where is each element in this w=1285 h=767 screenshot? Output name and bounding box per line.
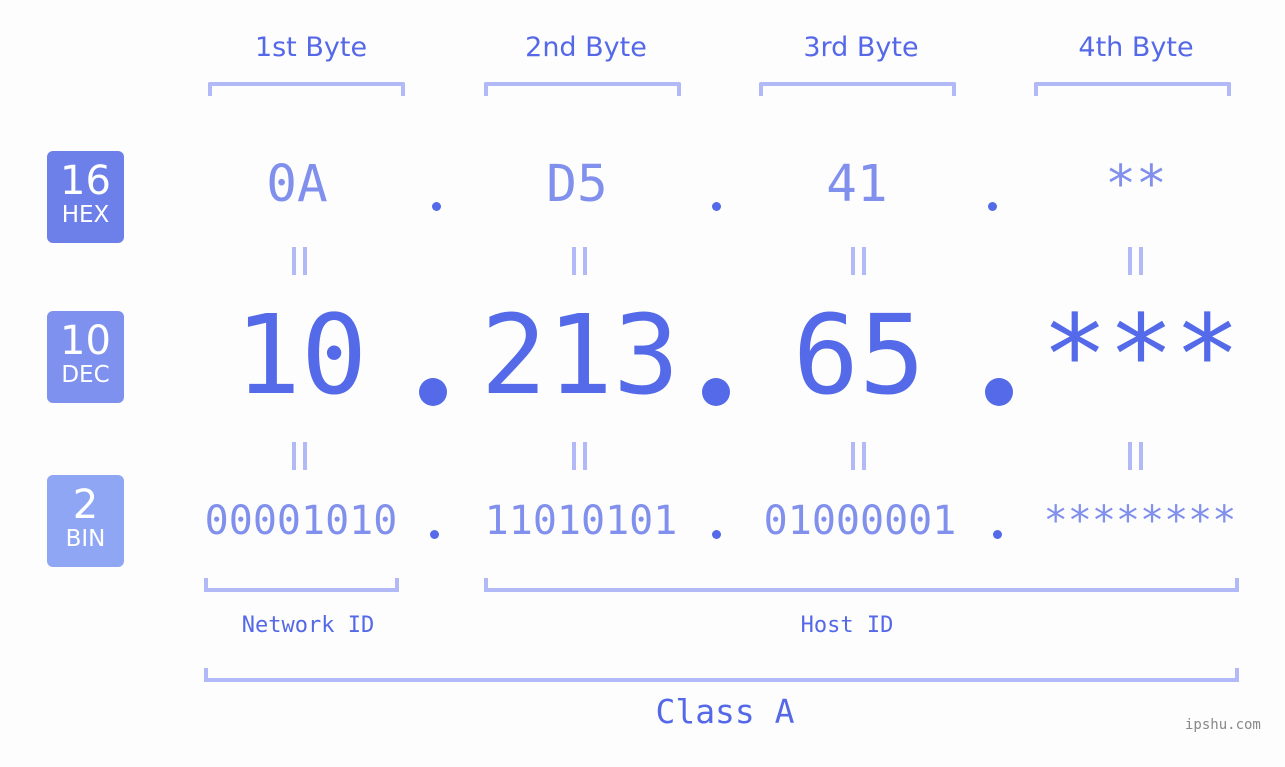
equals-icon	[292, 247, 307, 275]
network-id-bracket	[204, 578, 399, 592]
byte-bracket-4	[1034, 82, 1231, 96]
dec-value-3: 65	[792, 291, 926, 419]
dec-separator-dot	[419, 378, 447, 406]
dec-value-4: ***	[1041, 291, 1241, 419]
equals-icon	[1128, 247, 1143, 275]
equals-icon	[292, 442, 307, 470]
host-id-label: Host ID	[800, 613, 894, 638]
byte-bracket-3	[759, 82, 956, 96]
dec-badge-label: DEC	[61, 362, 110, 388]
host-id-bracket	[484, 578, 1239, 592]
class-label: Class A	[655, 692, 795, 731]
hex-value-3: 41	[826, 155, 888, 214]
dec-badge: 10 DEC	[47, 311, 124, 403]
dec-badge-number: 10	[60, 318, 111, 364]
watermark: ipshu.com	[1185, 717, 1261, 733]
bin-badge-number: 2	[72, 482, 99, 528]
dec-separator-dot	[985, 378, 1013, 406]
byte-bracket-2	[484, 82, 681, 96]
bin-separator-dot	[430, 530, 439, 539]
equals-icon	[572, 247, 587, 275]
byte-bracket-1	[208, 82, 405, 96]
byte-label-3: 3rd Byte	[803, 32, 919, 63]
hex-value-4: **	[1105, 155, 1167, 214]
hex-badge: 16 HEX	[47, 151, 124, 243]
dec-value-2: 213	[480, 291, 680, 419]
equals-icon	[1128, 442, 1143, 470]
class-bracket	[204, 668, 1239, 682]
bin-value-4: ********	[1043, 498, 1237, 544]
bin-badge: 2 BIN	[47, 475, 124, 567]
equals-icon	[851, 247, 866, 275]
equals-icon	[851, 442, 866, 470]
bin-value-2: 11010101	[484, 498, 678, 544]
bin-separator-dot	[993, 530, 1002, 539]
bin-value-1: 00001010	[204, 498, 398, 544]
bin-badge-label: BIN	[65, 526, 106, 552]
hex-separator-dot	[712, 202, 721, 211]
byte-label-4: 4th Byte	[1078, 32, 1194, 63]
hex-badge-number: 16	[60, 158, 111, 204]
byte-label-2: 2nd Byte	[525, 32, 647, 63]
equals-icon	[572, 442, 587, 470]
hex-separator-dot	[988, 202, 997, 211]
hex-value-2: D5	[546, 155, 608, 214]
bin-separator-dot	[712, 530, 721, 539]
dec-separator-dot	[702, 378, 730, 406]
dec-value-1: 10	[234, 291, 368, 419]
hex-value-1: 0A	[266, 155, 328, 214]
hex-badge-label: HEX	[61, 202, 110, 228]
network-id-label: Network ID	[241, 613, 375, 638]
hex-separator-dot	[432, 202, 441, 211]
bin-value-3: 01000001	[763, 498, 957, 544]
byte-label-1: 1st Byte	[254, 32, 368, 63]
